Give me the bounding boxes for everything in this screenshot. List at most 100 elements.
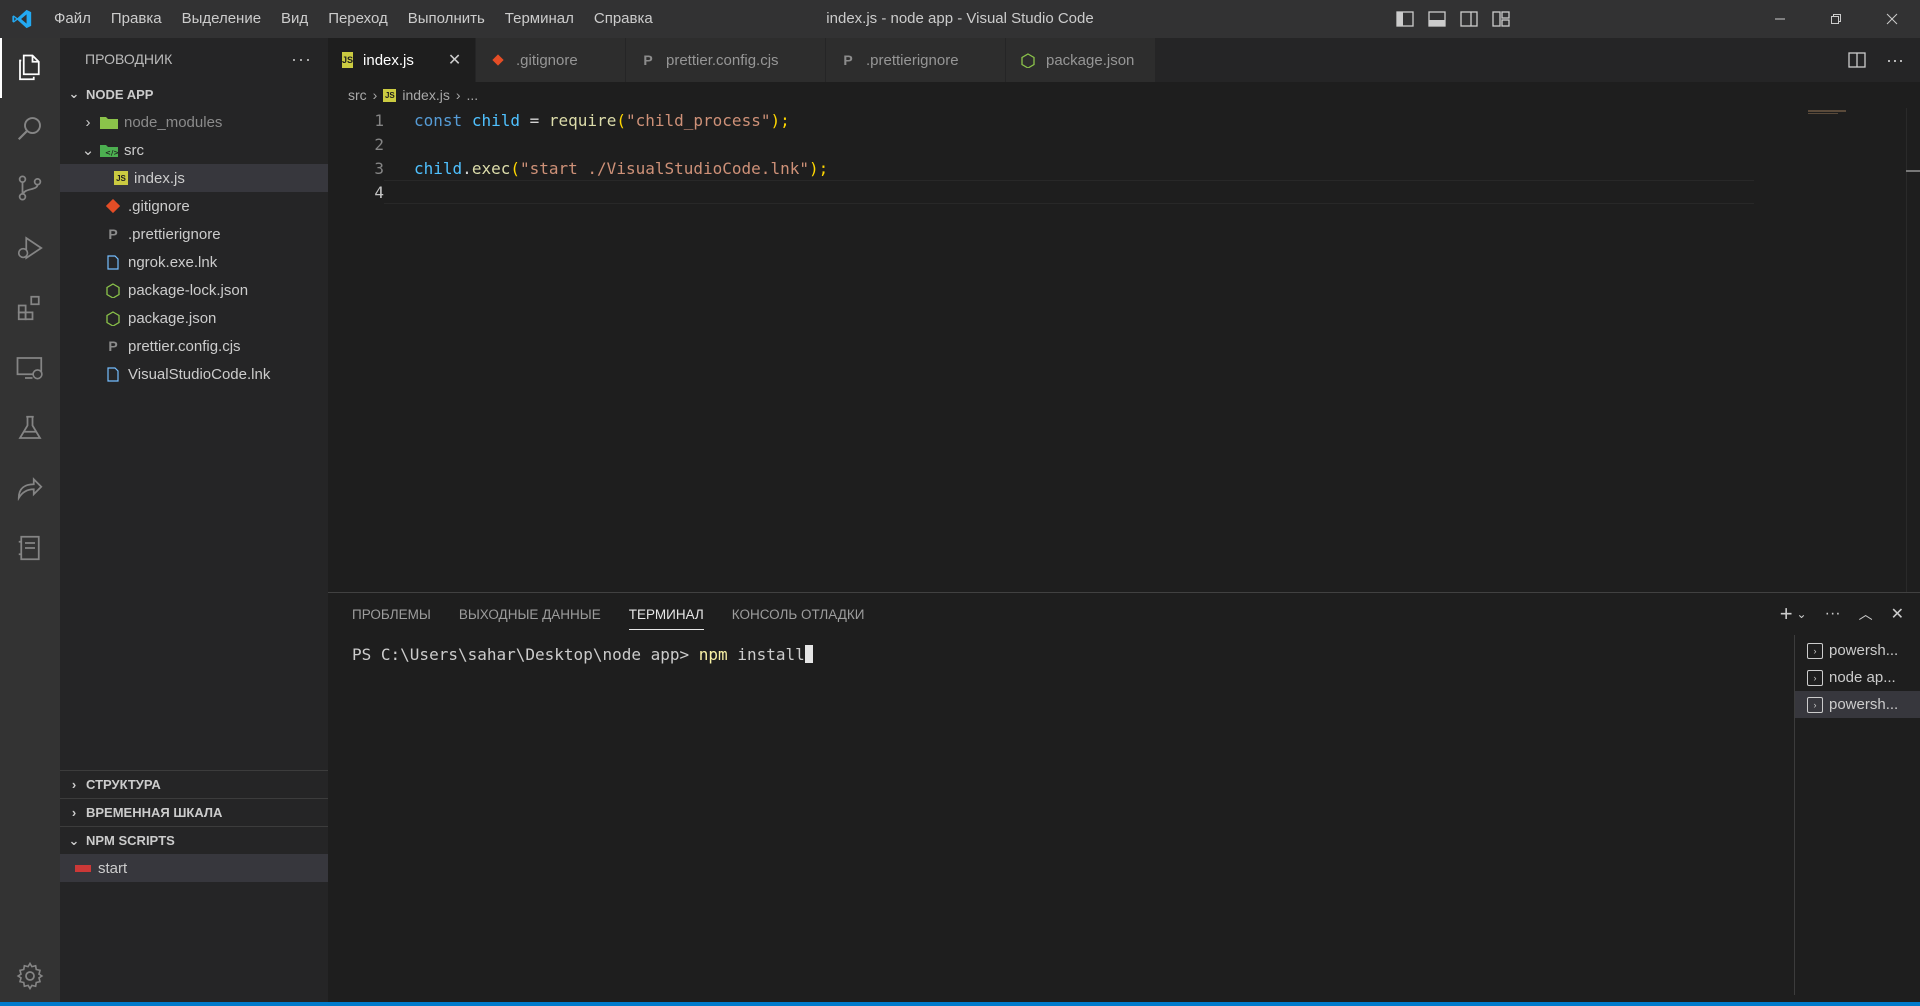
tab-problems[interactable]: ПРОБЛЕМЫ: [352, 607, 431, 622]
tree-item-src[interactable]: ⌄ </> src: [60, 136, 328, 164]
toggle-primary-sidebar-icon[interactable]: [1396, 11, 1414, 27]
menu-selection[interactable]: Выделение: [172, 0, 271, 38]
remote-explorer-icon[interactable]: [0, 338, 60, 398]
project-root[interactable]: ⌄ NODE APP: [60, 80, 328, 108]
code-line: 2: [328, 132, 1920, 156]
tree-label: package.json: [128, 309, 217, 327]
tab-output[interactable]: ВЫХОДНЫЕ ДАННЫЕ: [459, 607, 601, 622]
breadcrumb-folder[interactable]: src: [348, 87, 367, 103]
terminal-instance[interactable]: › node ap...: [1795, 664, 1920, 691]
new-terminal-icon[interactable]: +: [1780, 601, 1793, 627]
more-actions-icon[interactable]: ···: [1886, 50, 1904, 71]
toggle-secondary-sidebar-icon[interactable]: [1460, 11, 1478, 27]
tab-label: .prettierignore: [866, 51, 959, 69]
menu-edit[interactable]: Правка: [101, 0, 172, 38]
search-icon[interactable]: [0, 98, 60, 158]
source-control-icon[interactable]: [0, 158, 60, 218]
section-label: СТРУКТУРА: [86, 777, 161, 792]
explorer-header: ПРОВОДНИК ···: [60, 38, 328, 80]
menu-run[interactable]: Выполнить: [398, 0, 495, 38]
tab-label: package.json: [1046, 51, 1135, 69]
maximize-panel-icon[interactable]: ︿: [1859, 604, 1873, 624]
tree-item-package-lock[interactable]: package-lock.json: [60, 276, 328, 304]
chevron-right-icon: ›: [71, 805, 77, 820]
js-file-icon: JS: [114, 171, 128, 185]
npm-script-start[interactable]: start: [60, 854, 328, 882]
tree-item-prettierignore[interactable]: P .prettierignore: [60, 220, 328, 248]
folder-src-icon: </>: [100, 141, 118, 159]
code-line-current: 4: [328, 180, 1920, 204]
terminal-instance-active[interactable]: › powersh...: [1795, 691, 1920, 718]
minimap[interactable]: [1808, 108, 1848, 114]
customize-layout-icon[interactable]: [1492, 11, 1510, 27]
section-npm-scripts[interactable]: ⌄ NPM SCRIPTS: [60, 826, 328, 854]
tree-item-prettier-config[interactable]: P prettier.config.cjs: [60, 332, 328, 360]
split-editor-icon[interactable]: [1848, 52, 1866, 68]
tab-gitignore[interactable]: .gitignore: [476, 38, 626, 82]
section-label: ВРЕМЕННАЯ ШКАЛА: [86, 805, 223, 820]
section-outline[interactable]: › СТРУКТУРА: [60, 770, 328, 798]
terminal-output[interactable]: PS C:\Users\sahar\Desktop\node app> npm …: [328, 635, 1920, 664]
chevron-down-icon[interactable]: ⌄: [1797, 607, 1807, 621]
bracket: (: [616, 110, 626, 130]
tree-label: .gitignore: [128, 197, 190, 215]
close-window-button[interactable]: [1864, 0, 1920, 38]
chevron-right-icon: ›: [71, 777, 77, 792]
npm-icon: [1020, 52, 1036, 68]
breadcrumb-symbol[interactable]: ...: [466, 87, 478, 103]
menu-terminal[interactable]: Терминал: [495, 0, 584, 38]
testing-icon[interactable]: [0, 398, 60, 458]
menu-view[interactable]: Вид: [271, 0, 318, 38]
breadcrumb-file[interactable]: index.js: [402, 87, 449, 103]
scrollbar[interactable]: [1906, 108, 1920, 592]
terminal-name: powersh...: [1829, 642, 1899, 659]
close-panel-icon[interactable]: ✕: [1891, 604, 1904, 624]
tree-item-ngrok[interactable]: ngrok.exe.lnk: [60, 248, 328, 276]
section-timeline[interactable]: › ВРЕМЕННАЯ ШКАЛА: [60, 798, 328, 826]
file-icon: [104, 253, 122, 271]
settings-gear-icon[interactable]: [0, 946, 60, 1006]
extensions-icon[interactable]: [0, 278, 60, 338]
file-icon: [104, 365, 122, 383]
menu-help[interactable]: Справка: [584, 0, 663, 38]
run-debug-icon[interactable]: [0, 218, 60, 278]
line-number: 4: [374, 182, 384, 202]
tree-item-package-json[interactable]: package.json: [60, 304, 328, 332]
menu-go[interactable]: Переход: [318, 0, 398, 38]
prettier-icon: P: [643, 52, 653, 68]
tree-item-node-modules[interactable]: › node_modules: [60, 108, 328, 136]
tab-prettier-config[interactable]: P prettier.config.cjs: [626, 38, 826, 82]
more-actions-icon[interactable]: ···: [291, 49, 312, 70]
menu-file[interactable]: Файл: [44, 0, 101, 38]
tab-debug-console[interactable]: КОНСОЛЬ ОТЛАДКИ: [732, 607, 865, 622]
live-share-icon[interactable]: [0, 458, 60, 518]
tab-prettierignore[interactable]: P .prettierignore: [826, 38, 1006, 82]
explorer-title: ПРОВОДНИК: [85, 51, 173, 67]
vscode-logo-icon: [0, 0, 44, 38]
tree-item-gitignore[interactable]: .gitignore: [60, 192, 328, 220]
layout-controls: [1396, 0, 1510, 38]
tree-item-index-js[interactable]: JS index.js: [60, 164, 328, 192]
toggle-panel-icon[interactable]: [1428, 11, 1446, 27]
line-number: 1: [374, 110, 384, 130]
notebook-icon[interactable]: [0, 518, 60, 578]
string: "start ./VisualStudioCode.lnk": [519, 158, 809, 178]
terminal-icon: ›: [1807, 669, 1823, 686]
js-icon: JS: [383, 88, 397, 102]
restore-button[interactable]: [1808, 0, 1864, 38]
more-actions-icon[interactable]: ···: [1825, 605, 1841, 623]
close-icon[interactable]: ✕: [448, 50, 461, 70]
tab-terminal[interactable]: ТЕРМИНАЛ: [628, 607, 704, 630]
terminal-instance[interactable]: › powersh...: [1795, 637, 1920, 664]
tree-item-vscode-lnk[interactable]: VisualStudioCode.lnk: [60, 360, 328, 388]
minimize-button[interactable]: [1752, 0, 1808, 38]
code-line: 3 child.exec("start ./VisualStudioCode.l…: [328, 156, 1920, 180]
tab-index-js[interactable]: JS index.js ✕: [328, 38, 476, 82]
code-editor[interactable]: 1 const child = require("child_process")…: [328, 108, 1920, 592]
chevron-right-icon: ›: [372, 87, 378, 103]
string: "child_process": [625, 110, 771, 130]
tab-package-json[interactable]: package.json: [1006, 38, 1156, 82]
bottom-panel: ПРОБЛЕМЫ ВЫХОДНЫЕ ДАННЫЕ ТЕРМИНАЛ КОНСОЛ…: [328, 592, 1920, 1006]
explorer-icon[interactable]: [0, 38, 60, 98]
operator: .: [462, 158, 472, 178]
